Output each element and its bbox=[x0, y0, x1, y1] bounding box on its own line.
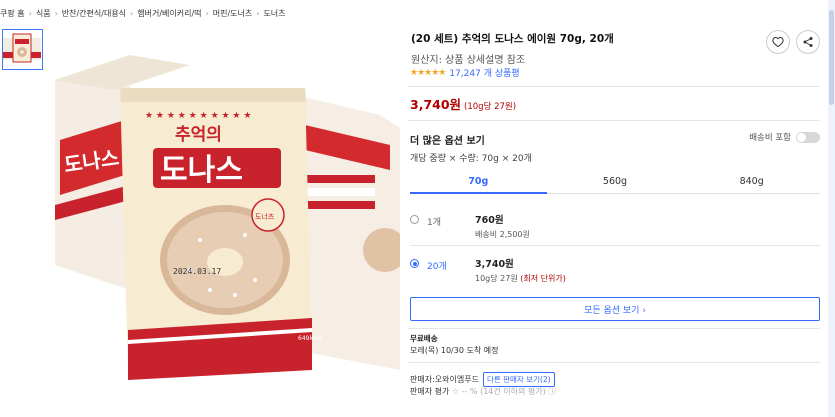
other-sellers-button[interactable]: 다른 판매자 보기(2) bbox=[482, 372, 555, 387]
chevron-right-icon: › bbox=[130, 9, 134, 18]
product-origin: 원산지: 상품 상세설명 참조 bbox=[411, 55, 526, 66]
package-kcal: 649kcal bbox=[298, 335, 322, 342]
unit-price: (10g당 27원) bbox=[464, 102, 517, 112]
breadcrumb-item[interactable]: 햄버거/베이커리/떡 bbox=[137, 8, 201, 19]
shipping-include-toggle[interactable]: 배송비 포함 bbox=[749, 131, 820, 143]
package-date: 2024.03.17 bbox=[173, 267, 221, 276]
page-scrollbar[interactable] bbox=[828, 0, 835, 417]
option-spec: 개당 중량 × 수량: 70g × 20개 bbox=[410, 154, 532, 164]
divider bbox=[408, 120, 820, 121]
option-qty: 1개 bbox=[427, 218, 442, 228]
tab-840g[interactable]: 840g bbox=[683, 170, 820, 193]
seller-rating: 판매자 평가 ☆ -- % (14건 이하의 평가) ⓘ bbox=[410, 386, 556, 397]
option-info: 3,740원 10g당 27원 (최저 단위가) bbox=[475, 256, 566, 284]
breadcrumb-item[interactable]: 도너츠 bbox=[263, 8, 285, 19]
divider bbox=[408, 328, 820, 329]
share-button[interactable] bbox=[796, 30, 820, 54]
share-icon bbox=[803, 37, 813, 47]
option-info: 760원 배송비 2,500원 bbox=[475, 212, 530, 240]
arrival-date: 모레(목) 10/30 도착 예정 bbox=[410, 346, 499, 355]
breadcrumb-item[interactable]: 쿠팡 홈 bbox=[0, 8, 25, 19]
divider bbox=[408, 86, 820, 87]
donut-package-image: 도나스 ★ ★ ★ ★ ★ ★ ★ ★ ★ ★ 추억의 도나스 도너츠 2024… bbox=[55, 55, 400, 380]
seller-label: 판매자: bbox=[410, 375, 435, 384]
seller-rating-note: (14건 이하의 평가) ⓘ bbox=[480, 387, 557, 396]
review-count-link[interactable]: 17,247 개 상품평 bbox=[449, 66, 519, 79]
seller-name[interactable]: 오와이엠푸드 bbox=[435, 374, 479, 385]
more-options-heading: 더 많은 옵션 보기 bbox=[410, 136, 485, 147]
product-price: 3,740원 (10g당 27원) bbox=[410, 94, 516, 113]
toggle-switch[interactable] bbox=[796, 131, 820, 143]
breadcrumb: 쿠팡 홈 › 식품 › 반찬/간편식/대용식 › 햄버거/베이커리/떡 › 머핀… bbox=[0, 8, 286, 19]
breadcrumb-item[interactable]: 머핀/도너츠 bbox=[213, 8, 253, 19]
package-title-line1: 추억의 bbox=[175, 125, 222, 145]
seller-rating-value: ☆ -- % bbox=[451, 387, 478, 396]
seller-info: 판매자: 오와이엠푸드 다른 판매자 보기(2) bbox=[410, 372, 555, 387]
option-row-1[interactable]: 1개 760원 배송비 2,500원 bbox=[410, 212, 820, 240]
lowest-unit-price-label: (최저 단위가) bbox=[520, 274, 566, 283]
wishlist-button[interactable] bbox=[766, 30, 790, 54]
option-price: 3,740원 bbox=[475, 259, 514, 270]
heart-icon bbox=[772, 36, 784, 48]
svg-text:★ ★ ★ ★ ★ ★ ★ ★ ★ ★: ★ ★ ★ ★ ★ ★ ★ ★ ★ ★ bbox=[145, 111, 251, 121]
chevron-right-icon: › bbox=[256, 9, 260, 18]
chevron-right-icon: › bbox=[28, 9, 32, 18]
option-qty: 20개 bbox=[427, 262, 447, 272]
breadcrumb-item[interactable]: 식품 bbox=[36, 8, 51, 19]
scrollbar-thumb[interactable] bbox=[829, 10, 834, 105]
all-options-button[interactable]: 모든 옵션 보기 › bbox=[410, 297, 820, 321]
option-price: 760원 bbox=[475, 215, 504, 226]
breadcrumb-item[interactable]: 반찬/간편식/대용식 bbox=[62, 8, 126, 19]
divider bbox=[410, 245, 820, 246]
donut-package-thumbnail-image bbox=[3, 33, 41, 63]
option-radio-selected[interactable] bbox=[410, 259, 419, 268]
chevron-right-icon: › bbox=[205, 9, 209, 18]
option-unit-price-value: 10g당 27원 bbox=[475, 274, 518, 283]
divider bbox=[408, 362, 820, 363]
option-unit-price: 10g당 27원 (최저 단위가) bbox=[475, 273, 566, 284]
chevron-right-icon: › bbox=[54, 9, 58, 18]
option-row-2[interactable]: 20개 3,740원 10g당 27원 (최저 단위가) bbox=[410, 256, 820, 284]
star-rating-icon: ★★★★★ bbox=[410, 67, 446, 78]
product-rating[interactable]: ★★★★★ 17,247 개 상품평 bbox=[410, 66, 520, 80]
product-main-image: 도나스 ★ ★ ★ ★ ★ ★ ★ ★ ★ ★ 추억의 도나스 도너츠 2024… bbox=[50, 40, 400, 410]
product-thumbnail[interactable] bbox=[2, 29, 43, 70]
weight-tabs: 70g 560g 840g bbox=[410, 170, 820, 194]
package-badge: 도너츠 bbox=[255, 212, 275, 221]
shipping-include-label: 배송비 포함 bbox=[749, 133, 791, 143]
option-shipping: 배송비 2,500원 bbox=[475, 230, 530, 239]
tab-560g[interactable]: 560g bbox=[547, 170, 684, 193]
product-title: (20 세트) 추억의 도나스 에이원 70g, 20개 bbox=[411, 33, 614, 45]
seller-rating-label: 판매자 평가 bbox=[410, 387, 450, 396]
tab-70g[interactable]: 70g bbox=[410, 170, 547, 194]
option-radio[interactable] bbox=[410, 215, 419, 224]
free-shipping-label: 무료배송 bbox=[410, 334, 438, 343]
package-title-line2: 도나스 bbox=[160, 153, 243, 188]
price-value: 3,740원 bbox=[410, 97, 462, 112]
